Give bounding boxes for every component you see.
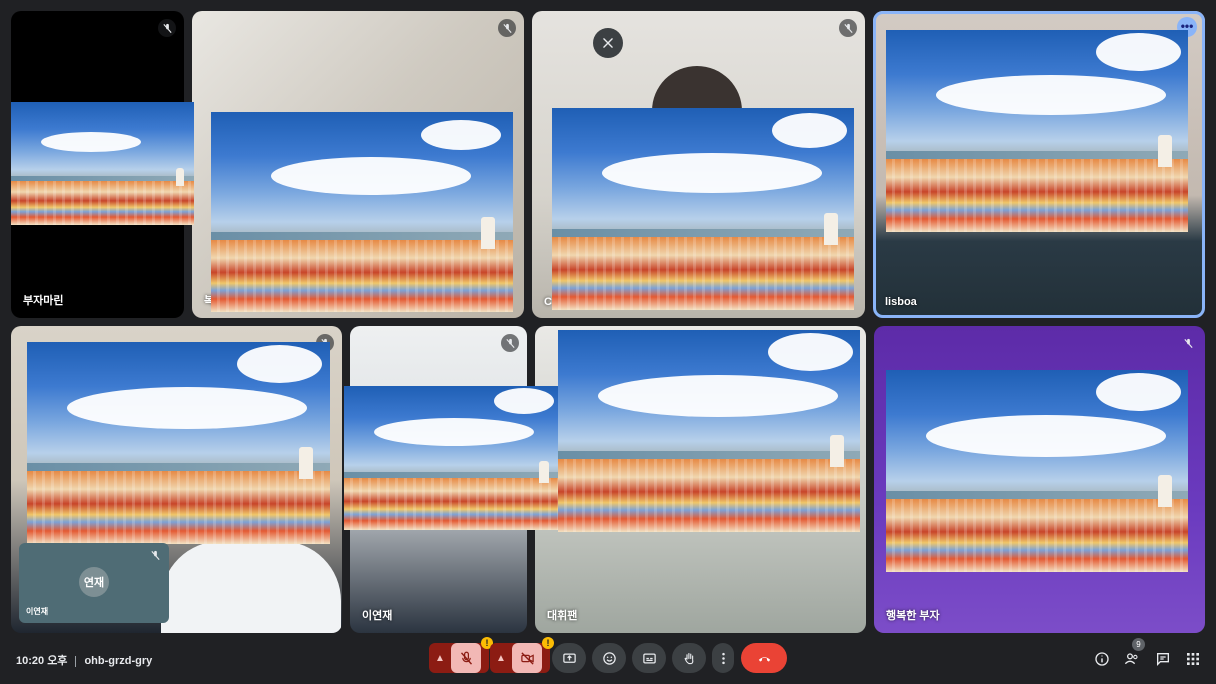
self-view-tile[interactable]: 연재 이연재	[19, 543, 169, 623]
meeting-code: ohb-grzd-gry	[84, 655, 153, 667]
participant-name: C	[544, 296, 552, 308]
chat-icon	[1157, 653, 1169, 666]
lisbon-photo-3	[552, 108, 854, 310]
self-view-name: 이연재	[26, 607, 49, 616]
lisbon-photo-4	[886, 30, 1188, 232]
camera-off-button[interactable]	[512, 643, 542, 673]
people-icon	[1124, 653, 1138, 665]
meeting-time: 10:20 오후	[16, 655, 68, 667]
captions-button[interactable]	[632, 643, 666, 673]
avatar: 연재	[79, 567, 109, 597]
emoji-button[interactable]	[592, 643, 626, 673]
microphone-control[interactable]: ▲ !	[429, 637, 493, 673]
chevron-up-icon[interactable]: ▲	[429, 653, 451, 664]
apps-grid-icon	[1187, 653, 1199, 665]
lisbon-photo-7	[558, 330, 860, 532]
hand-icon	[683, 652, 693, 664]
phone-hangup-icon	[758, 656, 770, 662]
activities-button[interactable]	[1184, 650, 1202, 668]
emoji-icon	[602, 651, 616, 665]
mic-off-icon	[839, 19, 857, 37]
divider	[75, 655, 77, 667]
camera-control[interactable]: ▲ !	[490, 637, 554, 673]
captions-icon	[642, 653, 656, 663]
lisbon-photo-5	[27, 342, 330, 544]
mic-off-icon	[146, 546, 164, 564]
lisbon-photo-8	[886, 370, 1188, 572]
lisbon-photo-2	[211, 112, 513, 312]
close-icon[interactable]	[593, 28, 623, 58]
present-screen-button[interactable]	[552, 643, 586, 673]
chat-button[interactable]	[1154, 650, 1172, 668]
mic-off-icon	[501, 334, 519, 352]
raise-hand-button[interactable]	[672, 643, 706, 673]
lisbon-photo-1	[11, 102, 194, 225]
people-count-badge: 9	[1132, 638, 1145, 651]
participant-name: 행복한 부자	[886, 610, 940, 622]
mic-off-icon	[158, 19, 176, 37]
mic-off-icon	[1179, 334, 1197, 352]
lisbon-photo-6	[344, 386, 558, 530]
meeting-details-button[interactable]	[1093, 650, 1111, 668]
present-icon	[562, 653, 576, 663]
meeting-info: 10:20 오후 ohb-grzd-gry	[16, 652, 152, 668]
people-button[interactable]: 9	[1123, 638, 1145, 668]
leave-call-button[interactable]	[741, 643, 787, 673]
mic-off-icon	[498, 19, 516, 37]
more-vert-icon	[721, 652, 725, 664]
chevron-up-icon[interactable]: ▲	[490, 653, 512, 664]
participant-name: 대휘팬	[547, 610, 578, 622]
warning-icon: !	[542, 637, 554, 649]
mic-off-button[interactable]	[451, 643, 481, 673]
info-icon	[1095, 652, 1109, 666]
more-options-button[interactable]	[712, 643, 734, 673]
participant-shirt	[161, 541, 341, 633]
participant-name: 이연재	[362, 610, 393, 622]
participant-name: 부자마린	[23, 295, 64, 307]
participant-name: lisboa	[885, 296, 917, 308]
